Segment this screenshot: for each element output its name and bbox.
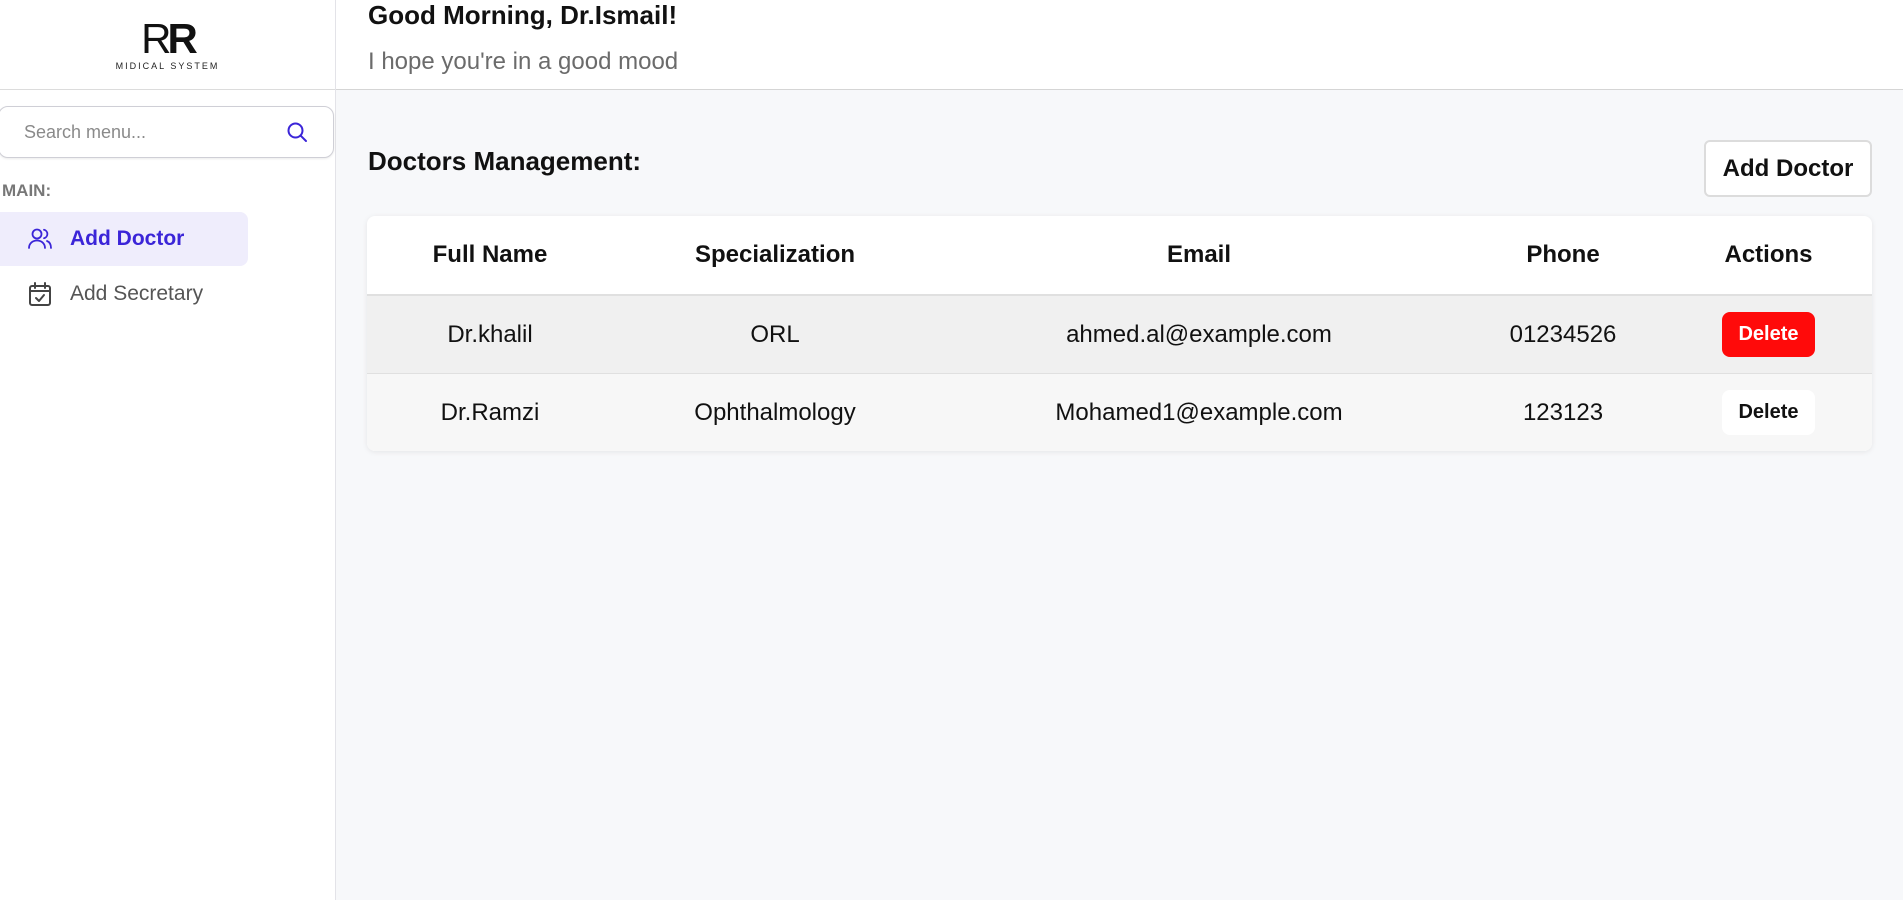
sidebar-item-add-doctor[interactable]: Add Doctor xyxy=(0,212,248,266)
table-row: Dr.khalil ORL ahmed.al@example.com 01234… xyxy=(367,296,1872,374)
column-header-full-name: Full Name xyxy=(432,241,548,268)
cell-name: Dr.Ramzi xyxy=(440,398,540,426)
logo: RR MIDICAL SYSTEM xyxy=(0,0,335,90)
doctors-table: Full Name Specialization Email Phone Act… xyxy=(367,216,1872,451)
logo-letter-right: R xyxy=(167,14,198,62)
logo-mark: RR xyxy=(141,17,198,59)
sidebar-item-add-secretary[interactable]: Add Secretary xyxy=(0,267,248,321)
delete-button[interactable]: Delete xyxy=(1722,312,1815,357)
table-header: Full Name Specialization Email Phone Act… xyxy=(367,216,1872,296)
cell-email: ahmed.al@example.com xyxy=(1066,320,1332,348)
table-row: Dr.Ramzi Ophthalmology Mohamed1@example.… xyxy=(367,374,1872,451)
sidebar-item-label: Add Secretary xyxy=(70,282,204,305)
logo-subtitle: MIDICAL SYSTEM xyxy=(115,60,220,71)
section-label: MAIN: xyxy=(2,181,52,200)
main-content: Doctors Management: Add Doctor Full Name… xyxy=(336,90,1903,900)
column-header-phone: Phone xyxy=(1526,241,1600,268)
cell-actions: Delete xyxy=(1665,312,1872,357)
cell-email: Mohamed1@example.com xyxy=(1055,398,1343,426)
sidebar-item-label: Add Doctor xyxy=(70,227,185,250)
sidebar: RR MIDICAL SYSTEM MAIN: Add Doctor Add S… xyxy=(0,0,336,900)
search-input[interactable] xyxy=(0,120,285,144)
cell-specialization: ORL xyxy=(750,320,800,348)
cell-phone: 123123 xyxy=(1522,398,1604,426)
column-header-specialization: Specialization xyxy=(694,241,856,268)
calendar-check-icon xyxy=(29,282,51,306)
cell-phone: 01234526 xyxy=(1509,320,1617,348)
cell-specialization: Ophthalmology xyxy=(694,398,856,426)
cell-actions: Delete xyxy=(1665,390,1872,435)
users-icon xyxy=(28,228,52,249)
greeting-subtitle: I hope you're in a good mood xyxy=(368,48,679,75)
delete-button[interactable]: Delete xyxy=(1722,390,1815,435)
search-box xyxy=(0,106,334,158)
page-title: Doctors Management: xyxy=(368,146,642,176)
header: Good Morning, Dr.Ismail! I hope you're i… xyxy=(336,0,1903,90)
cell-name: Dr.khalil xyxy=(447,320,533,348)
logo-letter-left: R xyxy=(141,14,171,62)
search-icon[interactable] xyxy=(285,120,309,144)
column-header-email: Email xyxy=(1166,241,1232,268)
add-doctor-button[interactable]: Add Doctor xyxy=(1704,140,1872,197)
greeting: Good Morning, Dr.Ismail! xyxy=(368,0,678,30)
column-header-actions: Actions xyxy=(1724,241,1813,268)
